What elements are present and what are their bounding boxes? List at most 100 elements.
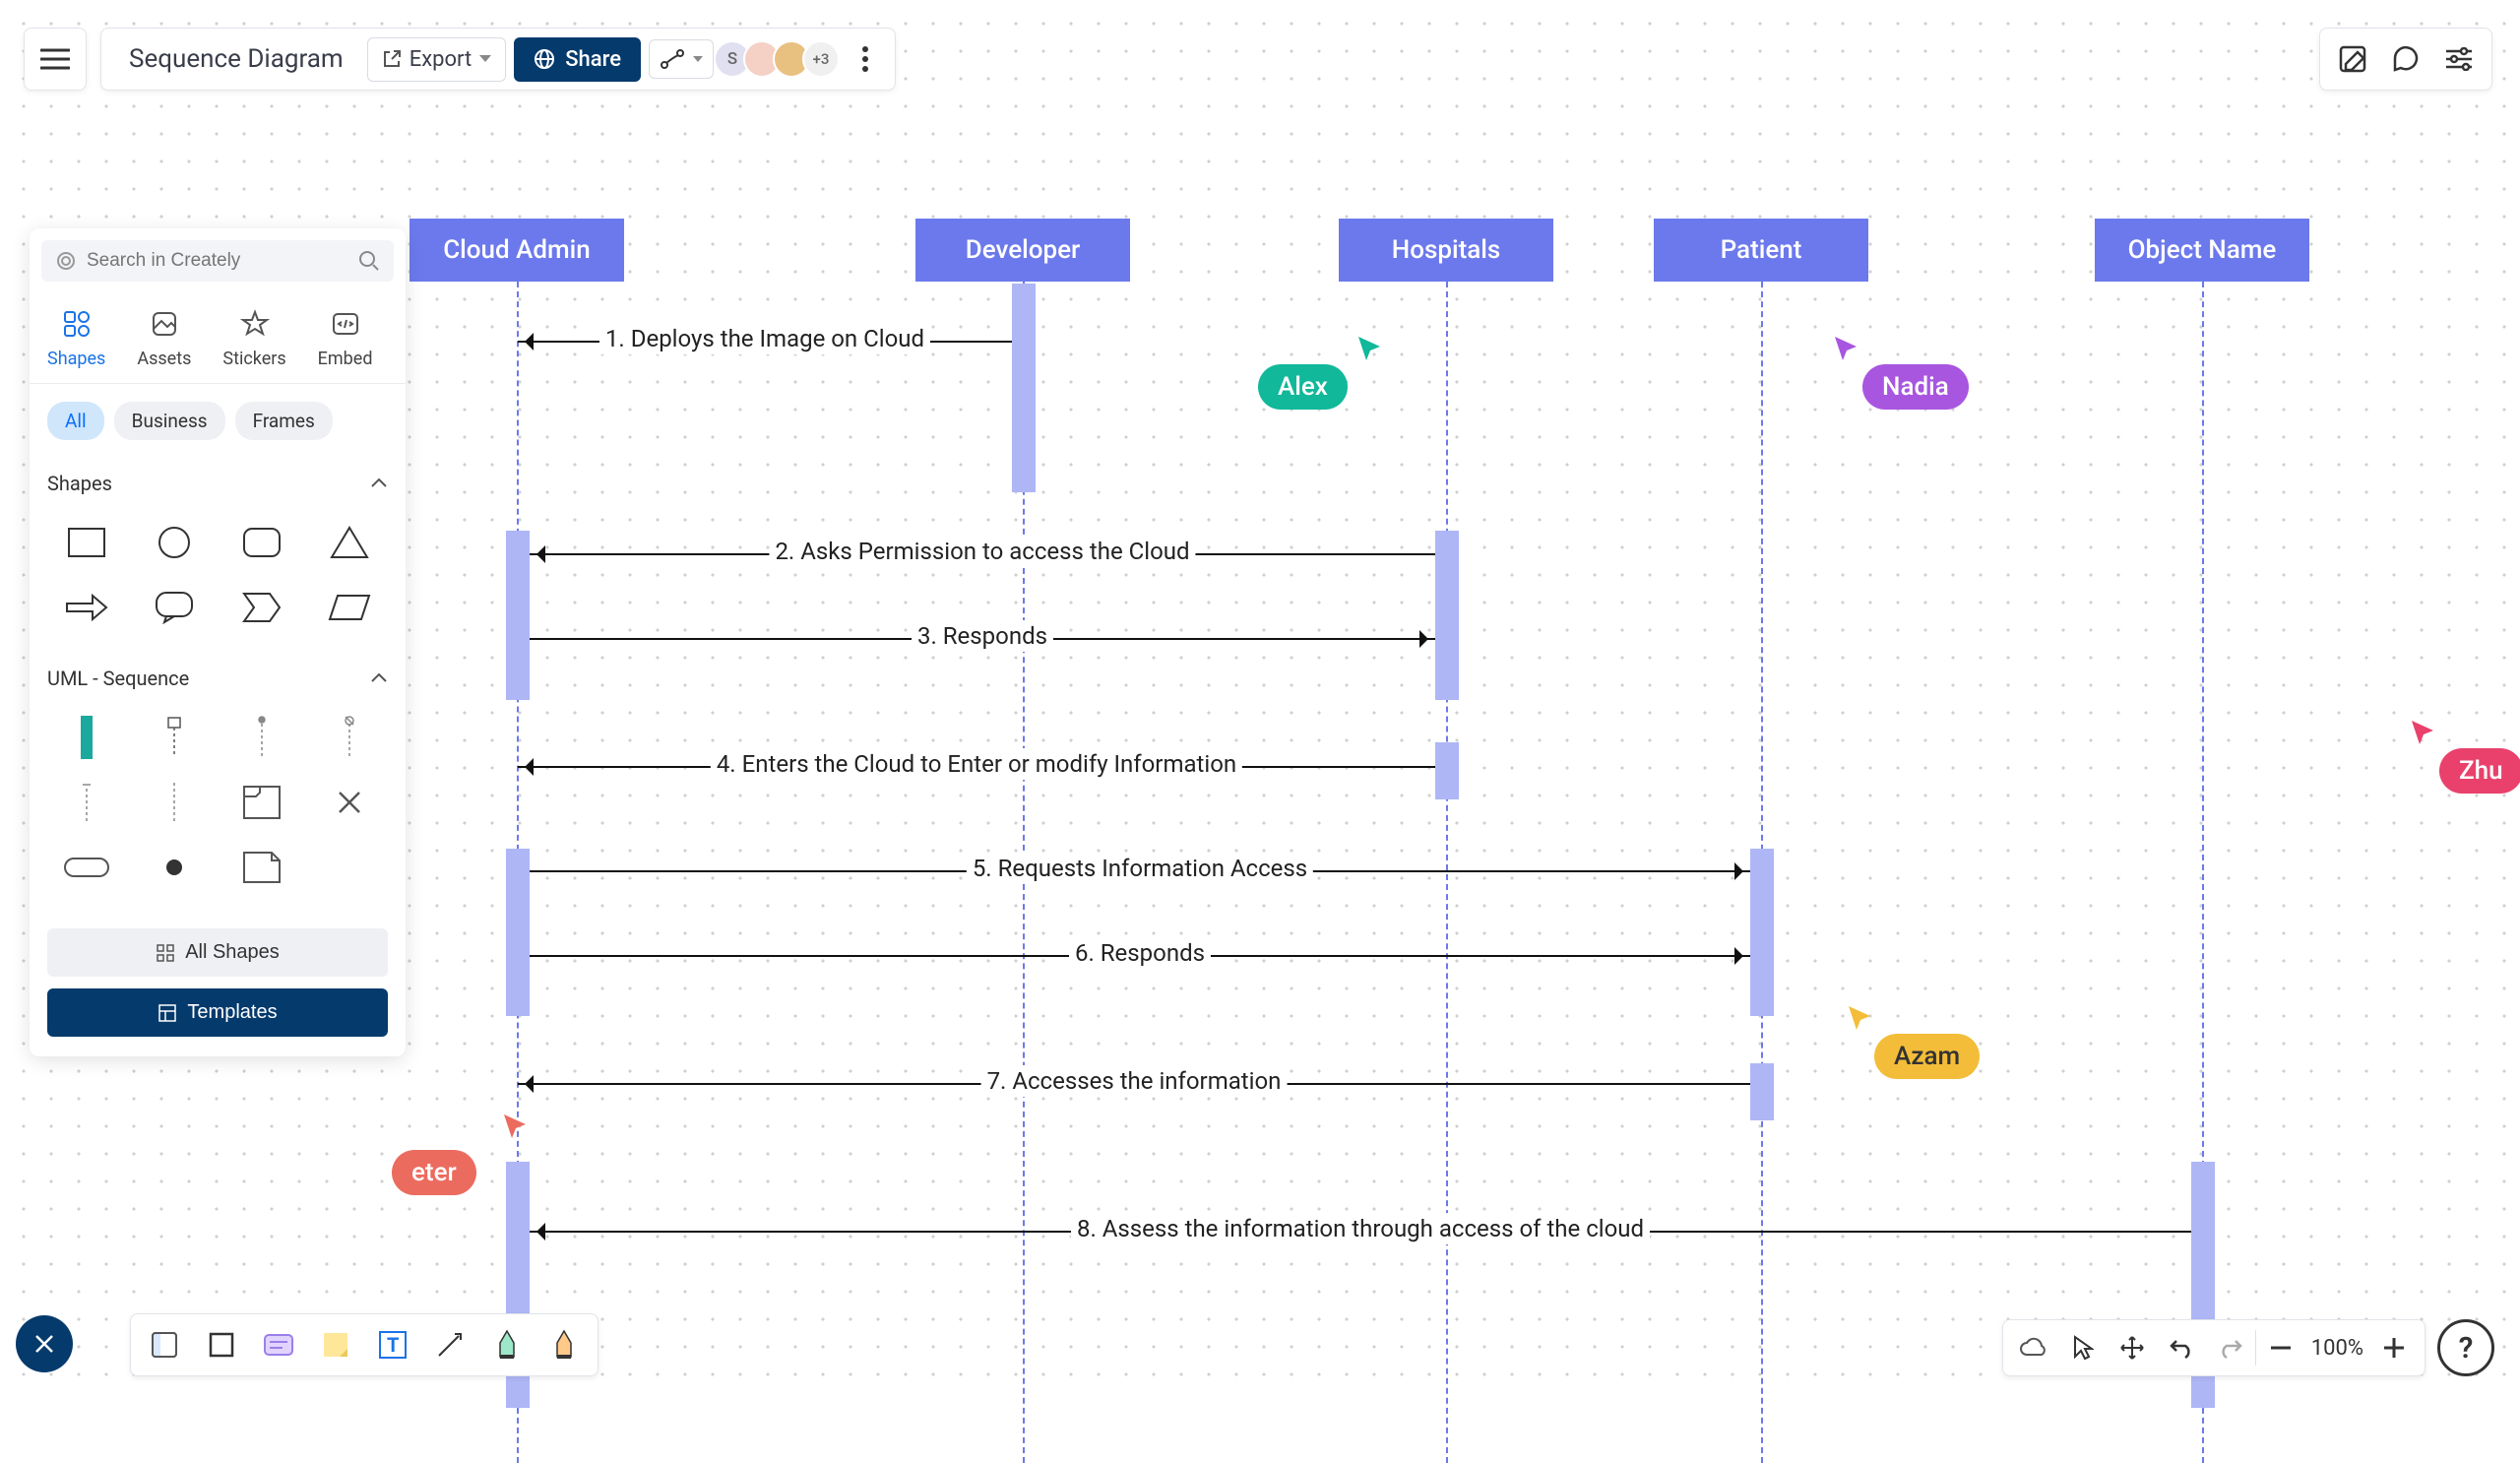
sliders-icon <box>2444 47 2474 71</box>
shape-chevron[interactable] <box>222 580 300 635</box>
cursor-arrow-nadia <box>1833 335 1860 366</box>
shapes-icon <box>62 309 92 339</box>
actor-cloud-admin[interactable]: Cloud Admin <box>410 219 624 282</box>
uml-lifeline-1[interactable] <box>222 710 300 765</box>
shape-arrow[interactable] <box>47 580 125 635</box>
zoom-out-button[interactable] <box>2256 1325 2305 1370</box>
uml-activation[interactable] <box>47 710 125 765</box>
actor-developer[interactable]: Developer <box>915 219 1130 282</box>
tab-stickers[interactable]: Stickers <box>222 305 285 369</box>
uml-lifeline-box[interactable] <box>135 710 213 765</box>
message-label-3[interactable]: 4. Enters the Cloud to Enter or modify I… <box>711 748 1242 780</box>
text-icon: T <box>378 1330 408 1360</box>
search-input[interactable] <box>87 250 348 272</box>
all-shapes-label: All Shapes <box>185 941 280 964</box>
caret-down-icon <box>479 55 491 63</box>
tool-card[interactable] <box>251 1320 306 1369</box>
tool-frame[interactable] <box>137 1320 192 1369</box>
lifeline-hospitals[interactable] <box>1446 282 1448 1463</box>
chip-business[interactable]: Business <box>114 402 225 440</box>
undo-button[interactable] <box>2157 1325 2206 1370</box>
connector-dropdown-button[interactable] <box>649 39 714 79</box>
minus-icon <box>2271 1346 2291 1350</box>
message-label-7[interactable]: 8. Assess the information through access… <box>1071 1213 1650 1244</box>
activation-3[interactable] <box>1435 742 1459 799</box>
tool-rectangle[interactable] <box>194 1320 249 1369</box>
shape-parallelogram[interactable] <box>310 580 388 635</box>
avatar-more[interactable]: +3 <box>802 40 840 78</box>
tab-embed[interactable]: Embed <box>318 305 373 369</box>
activation-5[interactable] <box>1750 849 1774 1016</box>
templates-button[interactable]: Templates <box>47 988 388 1037</box>
uml-lifeline-3[interactable] <box>47 775 125 830</box>
chip-all[interactable]: All <box>47 402 104 440</box>
tool-highlighter[interactable] <box>536 1320 592 1369</box>
pointer-tool-button[interactable] <box>2058 1325 2108 1370</box>
shape-triangle[interactable] <box>310 515 388 570</box>
export-button[interactable]: Export <box>367 37 507 82</box>
actor-object-name[interactable]: Object Name <box>2095 219 2309 282</box>
activation-1[interactable] <box>506 531 530 700</box>
cursor-pill-nadia: Nadia <box>1862 364 1969 410</box>
shape-circle[interactable] <box>135 515 213 570</box>
activation-4[interactable] <box>506 849 530 1016</box>
cursor-arrow-alex <box>1356 335 1384 366</box>
share-button[interactable]: Share <box>514 37 641 82</box>
section-shapes-header[interactable]: Shapes <box>30 458 406 505</box>
close-panel-button[interactable] <box>16 1315 73 1372</box>
uml-fragment[interactable] <box>222 775 300 830</box>
actor-patient[interactable]: Patient <box>1654 219 1868 282</box>
tool-pen[interactable] <box>479 1320 535 1369</box>
uml-destroy[interactable] <box>310 775 388 830</box>
search-bar[interactable] <box>41 240 394 282</box>
shape-speech-bubble[interactable] <box>135 580 213 635</box>
redo-icon <box>2218 1337 2243 1359</box>
main-menu-button[interactable] <box>24 28 87 91</box>
settings-button[interactable] <box>2434 36 2484 82</box>
all-shapes-button[interactable]: All Shapes <box>47 928 388 977</box>
embed-icon <box>331 309 360 339</box>
uml-lifeline-4[interactable] <box>135 775 213 830</box>
tool-sticky-note[interactable] <box>308 1320 363 1369</box>
zoom-in-button[interactable] <box>2369 1325 2419 1370</box>
section-shapes-label: Shapes <box>47 472 112 495</box>
shape-rectangle[interactable] <box>47 515 125 570</box>
export-label: Export <box>410 47 472 72</box>
collaborator-avatars[interactable]: S +3 <box>722 40 840 78</box>
cursor-pill-eter: eter <box>392 1150 476 1195</box>
message-label-0[interactable]: 1. Deploys the Image on Cloud <box>599 323 930 354</box>
cursor-pill-zhu: Zhu <box>2439 748 2520 794</box>
tab-shapes[interactable]: Shapes <box>47 305 105 369</box>
activation-6[interactable] <box>1750 1063 1774 1120</box>
uml-lifeline-2[interactable] <box>310 710 388 765</box>
cloud-sync-button[interactable] <box>2009 1325 2058 1370</box>
pan-tool-button[interactable] <box>2108 1325 2157 1370</box>
message-label-1[interactable]: 2. Asks Permission to access the Cloud <box>769 536 1195 567</box>
shape-rounded-rect[interactable] <box>222 515 300 570</box>
chip-frames[interactable]: Frames <box>235 402 333 440</box>
cursor-arrow-zhu <box>2410 719 2437 750</box>
tab-assets[interactable]: Assets <box>137 305 191 369</box>
document-title[interactable]: Sequence Diagram <box>113 44 359 74</box>
tool-text[interactable]: T <box>365 1320 420 1369</box>
cloud-icon <box>2019 1337 2048 1359</box>
more-options-button[interactable] <box>848 45 883 73</box>
uml-pill[interactable] <box>47 840 125 895</box>
help-button[interactable]: ? <box>2437 1319 2494 1376</box>
message-label-6[interactable]: 7. Accesses the information <box>981 1065 1288 1097</box>
zoom-level-label[interactable]: 100% <box>2305 1336 2369 1361</box>
message-label-2[interactable]: 3. Responds <box>912 620 1053 652</box>
section-uml-header[interactable]: UML - Sequence <box>30 653 406 700</box>
activation-2[interactable] <box>1435 531 1459 700</box>
activation-0[interactable] <box>1012 284 1036 492</box>
actor-hospitals[interactable]: Hospitals <box>1339 219 1553 282</box>
tool-connector[interactable] <box>422 1320 477 1369</box>
message-label-5[interactable]: 6. Responds <box>1069 937 1211 969</box>
comments-button[interactable] <box>2381 36 2430 82</box>
uml-dot[interactable] <box>135 840 213 895</box>
edit-button[interactable] <box>2328 36 2377 82</box>
message-label-4[interactable]: 5. Requests Information Access <box>967 853 1313 884</box>
uml-note[interactable] <box>222 840 300 895</box>
line-icon <box>435 1330 465 1360</box>
redo-button[interactable] <box>2206 1325 2255 1370</box>
